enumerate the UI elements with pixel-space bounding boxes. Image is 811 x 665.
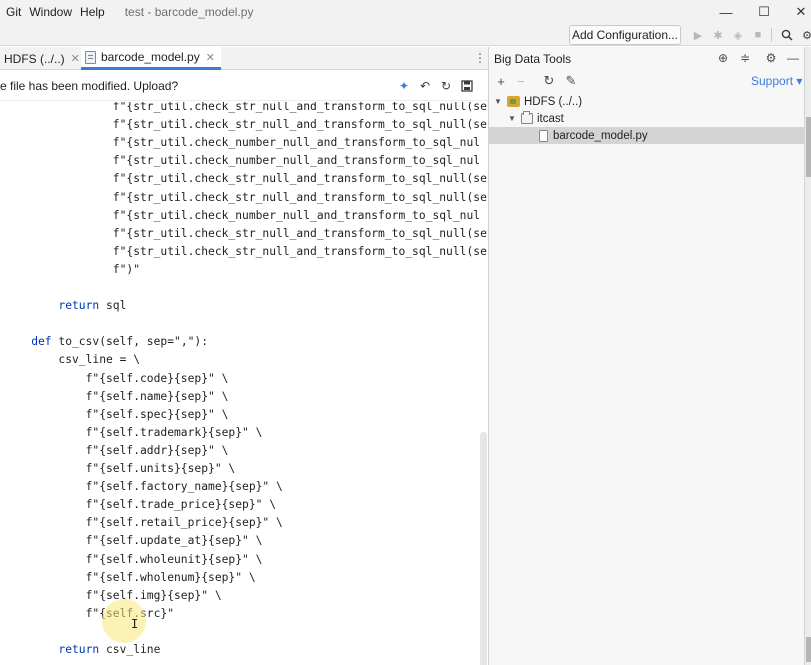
code-line[interactable]: f"{self.factory_name}{sep}" \ <box>86 478 283 496</box>
main-toolbar: Add Configuration... ▶ ✱ ◈ ■ ⚙ <box>0 24 811 46</box>
code-line[interactable]: f"{self.trade_price}{sep}" \ <box>86 496 276 514</box>
close-tab-icon[interactable]: ✕ <box>206 51 215 64</box>
hide-panel-icon[interactable]: — <box>785 50 801 66</box>
menu-help[interactable]: Help <box>76 5 109 19</box>
code-line[interactable]: f"{self.addr}{sep}" \ <box>86 442 229 460</box>
undo-icon[interactable]: ↶ <box>418 79 432 93</box>
hdfs-icon <box>507 96 520 107</box>
target-icon[interactable]: ⊕ <box>715 50 731 66</box>
banner-message: e file has been modified. Upload? <box>0 78 179 93</box>
code-line[interactable]: f"{self.name}{sep}" \ <box>86 388 229 406</box>
close-tab-icon[interactable]: ✕ <box>71 52 80 65</box>
file-icon <box>539 129 548 142</box>
big-data-tools-toolbar: + − ↻ ✎ Support ▾ <box>489 70 811 92</box>
tree-item-label: itcast <box>537 112 564 125</box>
keyword: return <box>58 299 100 313</box>
text-cursor-icon: I <box>131 617 139 631</box>
refresh-icon[interactable]: ↻ <box>439 79 453 93</box>
refresh-icon[interactable]: ↻ <box>541 73 557 89</box>
code-line[interactable]: f"{str_util.check_number_null_and_transf… <box>113 207 480 225</box>
code-line[interactable]: f")" <box>113 261 140 279</box>
code-line[interactable]: return csv_line <box>58 641 160 659</box>
editor-tab-bar: HDFS (../..) ✕ barcode_model.py ✕ ⋮ <box>0 47 488 70</box>
code-line[interactable]: f"{str_util.check_number_null_and_transf… <box>113 134 480 152</box>
minimize-button[interactable]: — <box>706 0 746 24</box>
wrench-icon[interactable]: ✎ <box>563 73 579 89</box>
code-line[interactable]: f"{self.units}{sep}" \ <box>86 460 236 478</box>
code-line[interactable]: f"{str_util.check_str_null_and_transform… <box>113 116 487 134</box>
code-line[interactable]: f"{self.img}{sep}" \ <box>86 587 222 605</box>
folder-icon <box>521 111 533 124</box>
code-line[interactable]: f"{str_util.check_str_null_and_transform… <box>113 170 487 188</box>
python-file-icon <box>85 50 96 64</box>
panel-title: Big Data Tools <box>494 51 572 66</box>
code-line[interactable]: f"{self.wholenum}{sep}" \ <box>86 569 256 587</box>
run-icon[interactable]: ▶ <box>689 26 707 44</box>
code-line[interactable]: f"{str_util.check_str_null_and_transform… <box>113 243 487 261</box>
add-icon[interactable]: + <box>493 73 509 89</box>
code-line[interactable]: f"{str_util.check_number_null_and_transf… <box>113 152 480 170</box>
code-line[interactable]: f"{str_util.check_str_null_and_transform… <box>113 102 487 116</box>
menu-git[interactable]: Git <box>0 5 25 19</box>
close-window-button[interactable]: ✕ <box>781 0 811 24</box>
tree-item-label: HDFS (../..) <box>524 95 583 108</box>
debug-icon[interactable]: ✱ <box>709 26 727 44</box>
tab-label: barcode_model.py <box>101 50 200 64</box>
upload-banner: e file has been modified. Upload? ✦ ↶ ↻ <box>0 71 488 101</box>
editor-scrollbar[interactable] <box>480 432 487 665</box>
more-tabs-icon[interactable]: ⋮ <box>474 51 486 65</box>
save-icon[interactable] <box>460 79 474 93</box>
tree-item-barcode-model[interactable]: barcode_model.py <box>489 127 804 144</box>
code-line[interactable]: f"{self.update_at}{sep}" \ <box>86 532 263 550</box>
chevron-down-icon[interactable]: ▼ <box>507 114 517 123</box>
menu-window[interactable]: Window <box>25 5 76 19</box>
coverage-icon[interactable]: ◈ <box>729 26 747 44</box>
code-line[interactable]: f"{str_util.check_str_null_and_transform… <box>113 189 487 207</box>
tab-barcode-model[interactable]: barcode_model.py ✕ <box>81 47 221 70</box>
code-line[interactable]: def to_csv(self, sep=","): <box>31 333 208 351</box>
code-line[interactable]: f"{self.trademark}{sep}" \ <box>86 424 263 442</box>
search-icon[interactable] <box>778 26 796 44</box>
gear-icon[interactable]: ⚙ <box>763 50 779 66</box>
add-configuration-button[interactable]: Add Configuration... <box>569 25 681 45</box>
code-line[interactable]: f"{self.retail_price}{sep}" \ <box>86 514 283 532</box>
strip-tab-big-data-tools[interactable] <box>806 117 811 177</box>
keyword: def <box>31 335 52 349</box>
title-bar: Git Window Help test - barcode_model.py … <box>0 0 811 24</box>
code-line[interactable]: return sql <box>58 297 126 315</box>
strip-tab[interactable] <box>806 637 811 662</box>
remove-icon[interactable]: − <box>513 73 529 89</box>
window-title: test - barcode_model.py <box>124 5 254 19</box>
keyword: return <box>58 643 100 656</box>
collapse-icon[interactable]: ≑ <box>737 50 753 66</box>
tree-item-itcast[interactable]: ▼ itcast <box>489 110 804 127</box>
code-line[interactable]: f"{self.wholeunit}{sep}" \ <box>86 551 263 569</box>
tab-label: HDFS (../..) <box>4 51 65 66</box>
cursor-highlight <box>102 599 146 643</box>
settings-icon[interactable]: ⚙ <box>798 26 811 44</box>
toolbar-divider <box>771 28 772 42</box>
support-dropdown[interactable]: Support ▾ <box>751 74 802 88</box>
maximize-button[interactable]: ☐ <box>744 0 784 24</box>
sparkle-icon[interactable]: ✦ <box>397 79 411 93</box>
tree-item-label: barcode_model.py <box>553 129 648 142</box>
tree-item-hdfs[interactable]: ▼ HDFS (../..) <box>489 93 804 110</box>
hdfs-tree: ▼ HDFS (../..) ▼ itcast barcode_model.py <box>489 92 804 665</box>
stop-icon[interactable]: ■ <box>749 26 767 44</box>
code-line[interactable]: f"{str_util.check_str_null_and_transform… <box>113 225 487 243</box>
code-editor[interactable]: f"{str_util.check_str_null_and_transform… <box>0 102 488 665</box>
chevron-down-icon[interactable]: ▼ <box>493 97 503 106</box>
tab-hdfs[interactable]: HDFS (../..) ✕ <box>4 47 80 70</box>
code-line[interactable]: f"{self.code}{sep}" \ <box>86 370 229 388</box>
code-line[interactable]: f"{self.spec}{sep}" \ <box>86 406 229 424</box>
big-data-tools-header: Big Data Tools ⊕ ≑ ⚙ — <box>489 47 811 70</box>
code-line[interactable]: csv_line = \ <box>58 351 140 369</box>
right-tool-strip <box>804 47 811 665</box>
